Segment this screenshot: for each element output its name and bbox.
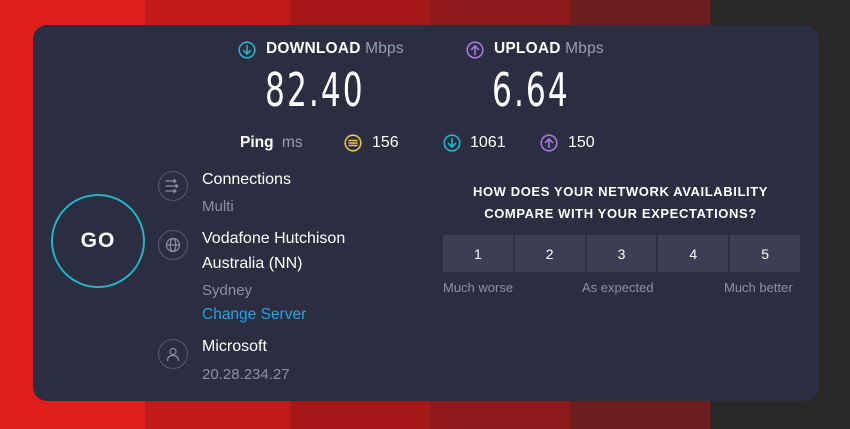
upload-unit: Mbps <box>565 40 604 57</box>
server-name-line2: Australia (NN) <box>202 255 303 272</box>
globe-icon <box>158 230 188 260</box>
ping-upload-value: 150 <box>568 134 595 151</box>
host-name: Microsoft <box>202 338 267 355</box>
scale-low-label: Much worse <box>443 280 514 295</box>
rating-option-4[interactable]: 4 <box>658 235 729 272</box>
speedtest-result-card: DOWNLOAD Mbps 82.40 UPLOAD Mbps 6.64 Pin… <box>33 25 819 401</box>
ping-idle-value: 156 <box>372 134 399 151</box>
download-value: 82.40 <box>265 63 365 117</box>
survey-question-line1: HOW DOES YOUR NETWORK AVAILABILITY <box>472 184 769 199</box>
ping-label: Ping ms <box>240 134 303 151</box>
server-location: Sydney <box>202 282 253 299</box>
survey-question: HOW DOES YOUR NETWORK AVAILABILITY COMPA… <box>443 181 798 225</box>
rating-option-2[interactable]: 2 <box>514 235 585 272</box>
connections-icon <box>158 171 188 201</box>
ping-download-value: 1061 <box>470 134 506 151</box>
scale-high-label: Much better <box>724 280 793 295</box>
download-latency-icon <box>443 134 461 152</box>
idle-latency-icon <box>344 134 362 152</box>
download-label: DOWNLOAD Mbps <box>266 40 404 57</box>
connections-value: Multi <box>202 198 234 215</box>
server-name-line1: Vodafone Hutchison <box>202 230 346 247</box>
upload-arrow-icon <box>466 41 484 59</box>
scale-mid-label: As expected <box>582 280 654 295</box>
host-ip: 20.28.234.27 <box>202 366 290 383</box>
change-server-link[interactable]: Change Server <box>202 306 306 324</box>
rating-option-5[interactable]: 5 <box>730 235 800 272</box>
download-unit: Mbps <box>365 40 404 57</box>
upload-value: 6.64 <box>492 63 570 117</box>
survey-question-line2: COMPARE WITH YOUR EXPECTATIONS? <box>484 206 757 221</box>
upload-label: UPLOAD Mbps <box>494 40 604 57</box>
rating-scale: 1 2 3 4 5 <box>443 235 800 272</box>
rating-option-3[interactable]: 3 <box>586 235 657 272</box>
upload-latency-icon <box>540 134 558 152</box>
rating-option-1[interactable]: 1 <box>443 235 513 272</box>
ping-unit: ms <box>281 134 303 151</box>
download-arrow-icon <box>238 41 256 59</box>
go-button[interactable]: GO <box>51 194 145 288</box>
connections-title: Connections <box>202 171 291 188</box>
user-icon <box>158 339 188 369</box>
